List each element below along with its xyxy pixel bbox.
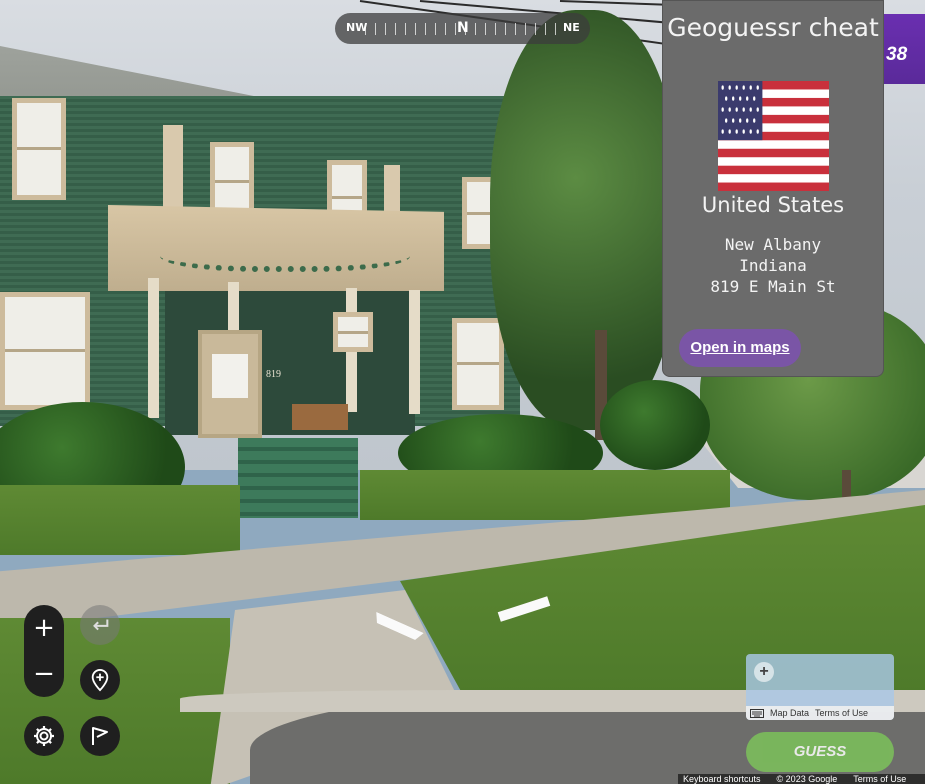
- undo-arrow-icon: [93, 619, 109, 631]
- country-name: United States: [701, 193, 845, 217]
- minimap-zoom-in[interactable]: +: [754, 662, 774, 682]
- zoom-control: + −: [24, 605, 64, 697]
- guess-minimap[interactable]: + Map Data Terms of Use: [746, 654, 894, 720]
- house-window: [452, 318, 504, 410]
- porch-steps: [238, 438, 358, 518]
- guess-button[interactable]: GUESS: [746, 732, 894, 772]
- minimap-terms-link[interactable]: Terms of Use: [815, 708, 868, 718]
- address-city: New Albany: [724, 235, 822, 254]
- house-window: [12, 98, 66, 200]
- porch-column: [409, 290, 420, 414]
- house-window: [0, 292, 90, 410]
- flag-icon: [92, 727, 108, 745]
- return-to-start-button[interactable]: [80, 716, 120, 756]
- compass: NW N NE: [335, 13, 590, 44]
- front-lawn: [0, 485, 240, 555]
- house-number: 819: [266, 369, 281, 380]
- compass-nw: NW: [346, 21, 368, 34]
- porch-bench: [292, 404, 348, 430]
- keyboard-icon[interactable]: [750, 708, 764, 718]
- google-attribution-bar: Keyboard shortcuts © 2023 Google Terms of …: [678, 774, 925, 784]
- cheat-panel: Geoguessr cheat United States New Albany…: [662, 0, 884, 377]
- evergreen-tree: [490, 10, 680, 430]
- us-flag-icon: [718, 81, 829, 191]
- shrub: [600, 380, 710, 470]
- door-glass: [212, 354, 248, 398]
- porch-column: [148, 278, 159, 418]
- gear-icon: [34, 726, 54, 746]
- map-pin-icon: [91, 668, 109, 692]
- house-trim: [163, 125, 183, 213]
- minimap-footer: Map Data Terms of Use: [746, 706, 894, 720]
- zoom-out-button[interactable]: −: [24, 651, 64, 697]
- open-in-maps-button[interactable]: Open in maps: [679, 329, 801, 367]
- compass-n: N: [457, 20, 469, 36]
- map-data-link[interactable]: Map Data: [770, 708, 809, 718]
- settings-button[interactable]: [24, 716, 64, 756]
- copyright: © 2023 Google: [776, 774, 838, 784]
- undo-move-button[interactable]: [80, 605, 120, 645]
- front-door: [198, 330, 262, 438]
- cheat-title: Geoguessr cheat: [667, 13, 879, 42]
- porch-window: [333, 312, 373, 352]
- address-street: 819 E Main St: [710, 277, 836, 296]
- score-tab: 38: [884, 14, 925, 84]
- keyboard-shortcuts-link[interactable]: Keyboard shortcuts: [678, 774, 761, 784]
- compass-ne: NE: [563, 21, 580, 34]
- zoom-in-button[interactable]: +: [24, 605, 64, 651]
- address-state: Indiana: [739, 256, 807, 275]
- porch-garland: [160, 232, 410, 272]
- terms-link[interactable]: Terms of Use: [848, 774, 906, 784]
- set-checkpoint-button[interactable]: [80, 660, 120, 700]
